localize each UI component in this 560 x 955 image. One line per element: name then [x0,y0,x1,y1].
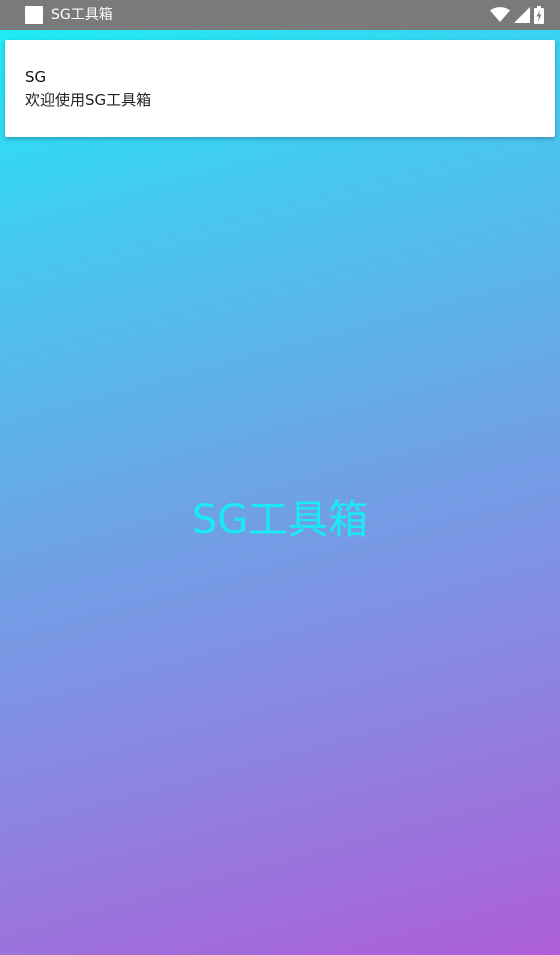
status-icons [490,6,544,24]
app-screen: SG工具箱 SG 欢迎使用SG工具箱 SG工具箱 [0,0,560,955]
cell-signal-icon [514,7,530,23]
status-bar-app-title: SG工具箱 [51,7,113,23]
notification-title: SG [25,68,47,86]
app-notification-icon [25,6,43,24]
wifi-icon [490,7,510,23]
battery-charging-icon [534,6,544,24]
notification-text: 欢迎使用SG工具箱 [25,91,152,109]
status-bar: SG工具箱 [0,0,560,30]
notification-card[interactable]: SG 欢迎使用SG工具箱 [5,40,555,137]
splash-title: SG工具箱 [191,497,369,543]
